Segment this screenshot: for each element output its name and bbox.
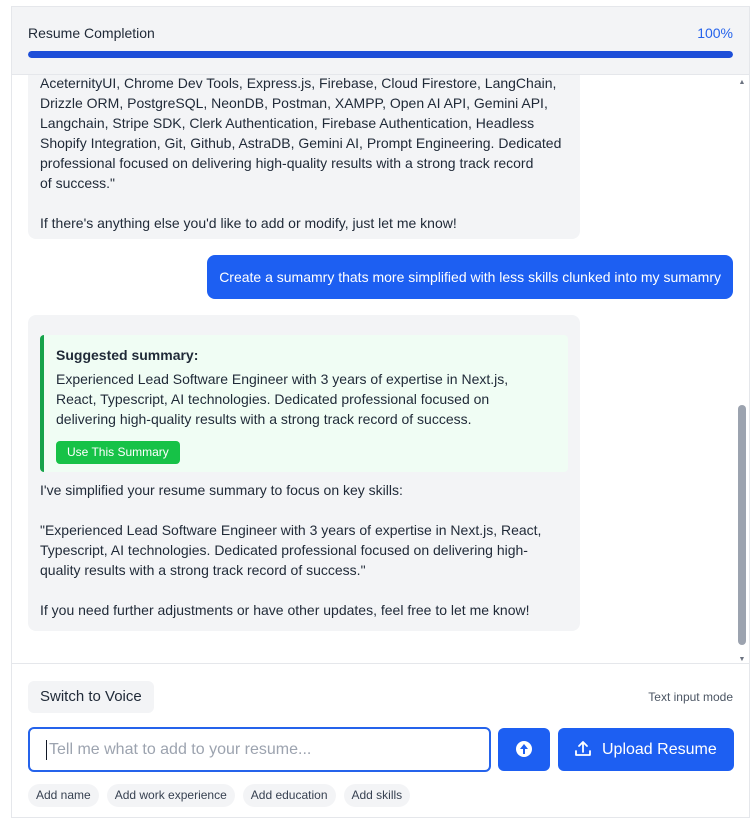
- use-this-summary-button[interactable]: Use This Summary: [56, 441, 180, 464]
- ai-message-line: professional focused on delivering high-…: [40, 155, 534, 171]
- ai-message-closing: If you need further adjustments or have …: [40, 602, 530, 618]
- input-footer: Switch to Voice Text input mode Tell me …: [12, 663, 749, 817]
- ai-message-line: Langchain, Stripe SDK, Clerk Authenticat…: [40, 115, 535, 131]
- ai-message-quote-line: quality results with a strong track reco…: [40, 562, 366, 578]
- suggestion-line: React, Typescript, AI technologies. Dedi…: [56, 391, 490, 407]
- completion-header: Resume Completion 100%: [12, 7, 749, 75]
- upload-resume-label: Upload Resume: [602, 741, 717, 758]
- quick-action-chips: Add name Add work experience Add educati…: [28, 784, 411, 807]
- scroll-up-icon[interactable]: ▲: [738, 79, 746, 86]
- completion-percent: 100%: [697, 25, 733, 41]
- resume-assistant-panel: Resume Completion 100% AceternityUI, Chr…: [11, 6, 750, 818]
- ai-message-line: Shopify Integration, Git, Github, AstraD…: [40, 135, 562, 151]
- ai-message-quote-line: Typescript, AI technologies. Dedicated p…: [40, 542, 528, 558]
- resume-text-input[interactable]: Tell me what to add to your resume...: [28, 727, 491, 772]
- completion-progress-bar: [28, 51, 733, 58]
- ai-message-line: AceternityUI, Chrome Dev Tools, Express.…: [40, 75, 557, 91]
- arrow-up-circle-icon: [516, 741, 532, 757]
- user-message: Create a sumamry thats more simplified w…: [207, 255, 733, 299]
- suggested-summary-card: Suggested summary: Experienced Lead Soft…: [40, 335, 568, 472]
- ai-message-quote-line: "Experienced Lead Software Engineer with…: [40, 522, 542, 538]
- chip-add-education[interactable]: Add education: [242, 784, 336, 807]
- ai-message-line: of success.": [40, 175, 115, 191]
- completion-progress-fill: [28, 51, 733, 58]
- suggestion-line: Experienced Lead Software Engineer with …: [56, 371, 509, 387]
- ai-message: Suggested summary: Experienced Lead Soft…: [28, 315, 580, 631]
- chat-scrollbar[interactable]: ▲ ▼: [738, 79, 746, 663]
- chip-add-skills[interactable]: Add skills: [343, 784, 411, 807]
- input-mode-label: Text input mode: [648, 690, 733, 704]
- scroll-down-icon[interactable]: ▼: [738, 656, 746, 663]
- completion-title: Resume Completion: [28, 25, 155, 41]
- text-caret: [46, 739, 47, 760]
- input-placeholder: Tell me what to add to your resume...: [49, 741, 312, 758]
- ai-message: AceternityUI, Chrome Dev Tools, Express.…: [28, 75, 580, 239]
- ai-message-line: Drizzle ORM, PostgreSQL, NeonDB, Postman…: [40, 95, 548, 111]
- suggestion-title: Suggested summary:: [56, 347, 199, 363]
- switch-to-voice-button[interactable]: Switch to Voice: [28, 681, 154, 713]
- suggestion-line: delivering high-quality results with a s…: [56, 411, 472, 427]
- scroll-thumb[interactable]: [738, 405, 746, 645]
- send-button[interactable]: [498, 728, 550, 771]
- upload-resume-button[interactable]: Upload Resume: [558, 728, 734, 771]
- chip-add-work-experience[interactable]: Add work experience: [106, 784, 235, 807]
- upload-icon: [575, 741, 591, 756]
- chat-area[interactable]: AceternityUI, Chrome Dev Tools, Express.…: [12, 75, 749, 663]
- ai-message-intro: I've simplified your resume summary to f…: [40, 482, 403, 498]
- chip-add-name[interactable]: Add name: [28, 784, 99, 807]
- ai-message-closing: If there's anything else you'd like to a…: [40, 215, 457, 231]
